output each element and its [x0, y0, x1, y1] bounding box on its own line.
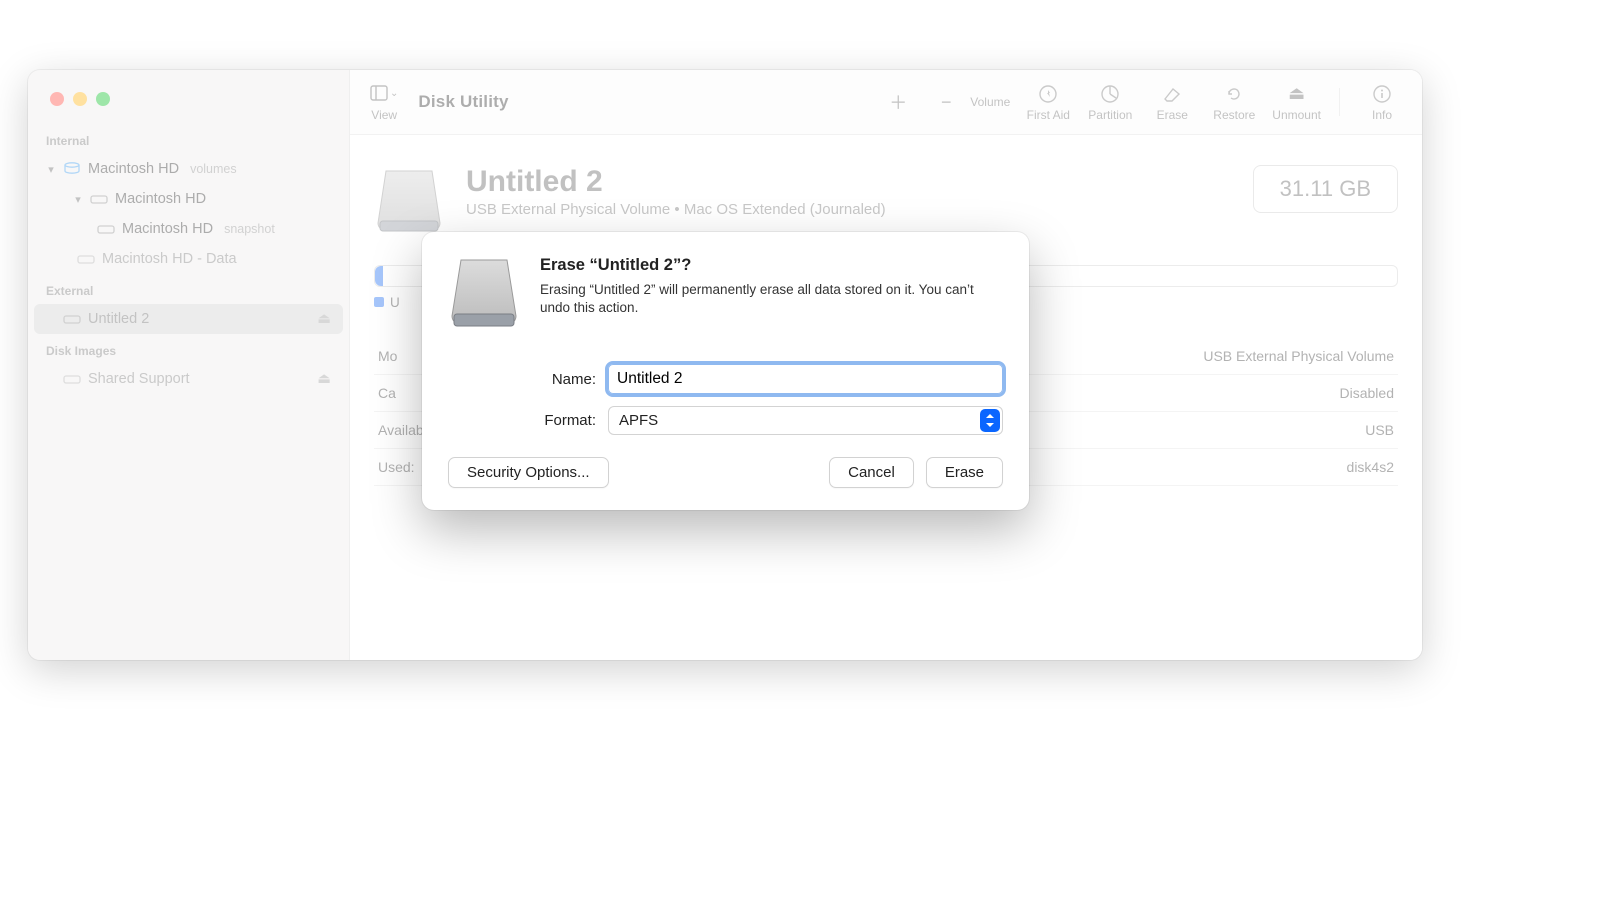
name-input[interactable]: [608, 364, 1003, 394]
format-select[interactable]: APFS: [608, 406, 1003, 435]
format-label: Format:: [448, 412, 596, 429]
erase-button[interactable]: Erase: [926, 457, 1003, 488]
format-select-value: APFS: [608, 406, 1003, 435]
dialog-message: Erasing “Untitled 2” will permanently er…: [540, 281, 990, 317]
cancel-button[interactable]: Cancel: [829, 457, 914, 488]
security-options-button[interactable]: Security Options...: [448, 457, 609, 488]
name-label: Name:: [448, 371, 596, 388]
dialog-title: Erase “Untitled 2”?: [540, 256, 990, 275]
erase-dialog: Erase “Untitled 2”? Erasing “Untitled 2”…: [422, 232, 1029, 510]
external-disk-icon: [448, 256, 520, 332]
updown-chevron-icon[interactable]: [980, 409, 1000, 432]
